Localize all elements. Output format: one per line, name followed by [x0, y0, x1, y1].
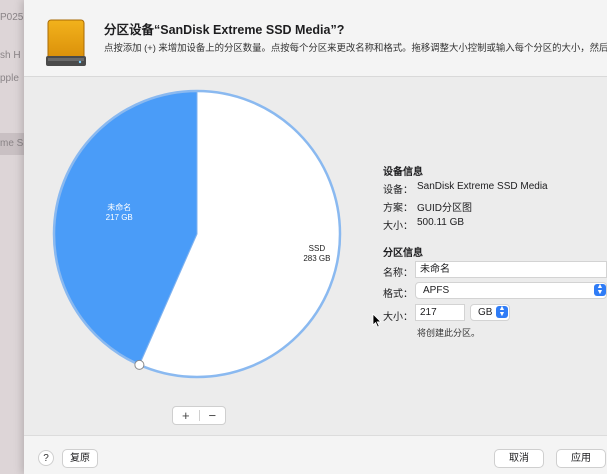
dialog-subtitle: 点按添加 (+) 来增加设备上的分区数量。点按每个分区来更改名称和格式。拖移调整… — [104, 42, 607, 53]
format-chevron-icon: ▲ ▼ — [594, 283, 606, 296]
info-label: 方案： — [383, 203, 413, 214]
info-label: 设备： — [383, 185, 413, 196]
sheet-footer: ? 复原 取消 应用 — [24, 435, 607, 474]
background-text: sh H — [0, 50, 21, 61]
background-text: pple — [0, 73, 19, 84]
pie-label-partition-1: 未命名 217 GB — [99, 203, 139, 223]
background-text: me S — [0, 138, 24, 149]
device-info-title: 设备信息 — [383, 167, 423, 178]
info-label: 大小： — [383, 221, 413, 232]
partition-name-label: SSD — [308, 244, 326, 254]
info-value: 500.11 GB — [417, 217, 465, 228]
background-text: P025 — [0, 12, 24, 23]
info-value: SanDisk Extreme SSD Media — [417, 181, 548, 192]
info-value: GUID分区图 — [417, 203, 472, 214]
device-info-row-scheme: 方案： GUID分区图 — [383, 199, 472, 214]
device-info-row-device: 设备： SanDisk Extreme SSD Media — [383, 181, 548, 196]
format-popup-value: APFS — [423, 285, 450, 296]
partition-hint: 将创建此分区。 — [417, 328, 481, 338]
partition-name-label: 未命名 — [107, 202, 132, 212]
format-popup[interactable]: APFS — [415, 282, 607, 299]
remove-partition-button[interactable]: − — [200, 408, 226, 423]
cancel-button[interactable]: 取消 — [494, 449, 544, 468]
partition-size-label: 217 GB — [105, 212, 133, 222]
external-drive-icon — [46, 19, 86, 66]
partition-sheet: 分区设备“SanDisk Extreme SSD Media”? 点按添加 (+… — [24, 0, 607, 474]
partition-name-field[interactable]: 未命名 — [415, 261, 607, 278]
partition-size-label: 大小： — [383, 312, 413, 323]
partition-format-label: 格式： — [383, 289, 413, 300]
background-window: P025 sh H pple me S — [0, 0, 24, 474]
dialog-title: 分区设备“SanDisk Extreme SSD Media”? — [104, 23, 345, 37]
size-unit-chevron-icon: ▲ ▼ — [496, 305, 508, 318]
device-info-row-size: 大小： 500.11 GB — [383, 217, 464, 232]
partition-info-title: 分区信息 — [383, 248, 423, 259]
revert-button[interactable]: 复原 — [62, 449, 98, 468]
partition-name-label: 名称： — [383, 268, 413, 279]
resize-handle[interactable] — [134, 359, 145, 370]
partition-size-label: 283 GB — [303, 254, 331, 264]
partition-pie-chart[interactable] — [44, 88, 354, 388]
sheet-header: 分区设备“SanDisk Extreme SSD Media”? 点按添加 (+… — [24, 0, 607, 77]
add-partition-button[interactable]: + — [173, 408, 199, 423]
mouse-cursor-icon — [372, 313, 382, 328]
partition-size-field[interactable]: 217 — [415, 304, 465, 321]
help-button[interactable]: ? — [38, 450, 54, 466]
add-remove-control: + − — [172, 406, 226, 425]
apply-button[interactable]: 应用 — [556, 449, 606, 468]
pie-label-partition-2: SSD 283 GB — [297, 244, 337, 264]
size-unit-value: GB — [478, 307, 493, 318]
